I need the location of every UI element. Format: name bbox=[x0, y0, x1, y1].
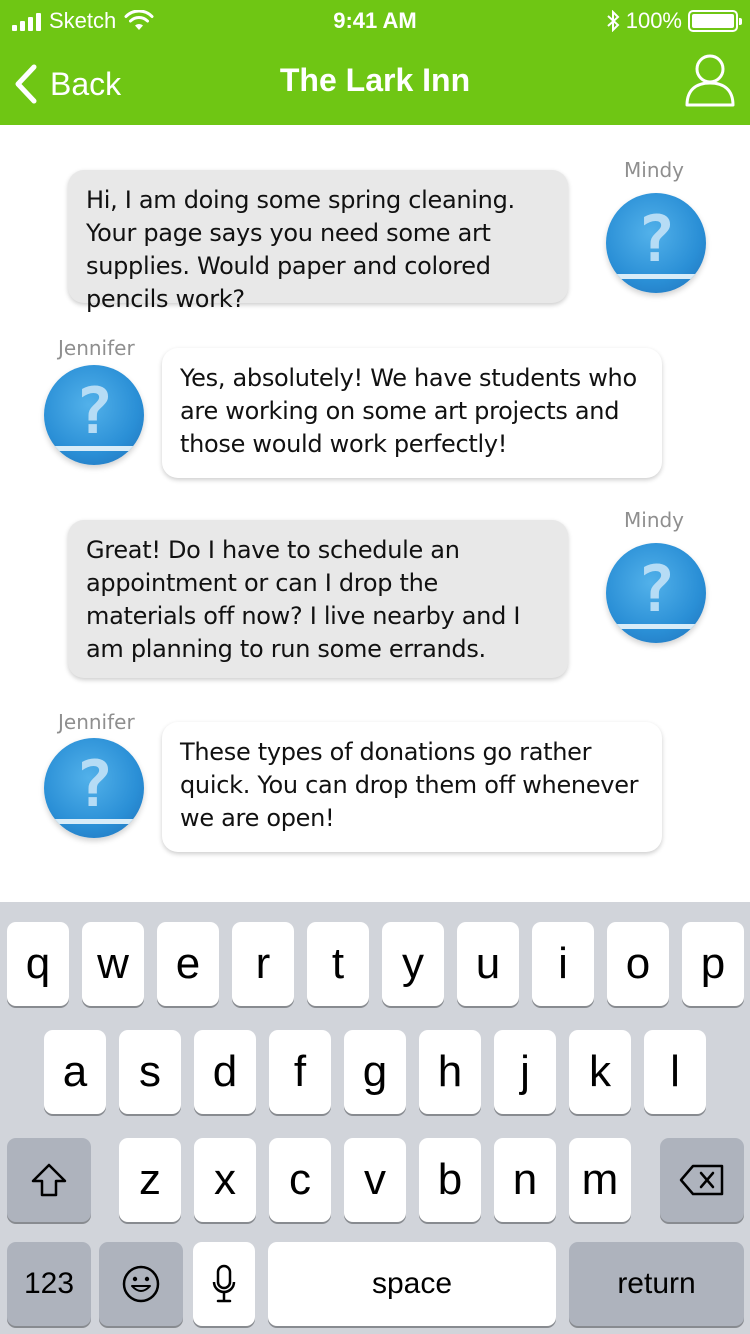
key-v[interactable]: v bbox=[344, 1138, 406, 1222]
key-z[interactable]: z bbox=[119, 1138, 181, 1222]
key-b[interactable]: b bbox=[419, 1138, 481, 1222]
message-bubble: Hi, I am doing some spring cleaning. You… bbox=[68, 170, 568, 313]
user-icon[interactable] bbox=[684, 52, 736, 108]
battery-group: 100% bbox=[606, 8, 742, 34]
key-p[interactable]: p bbox=[682, 922, 744, 1006]
key-e[interactable]: e bbox=[157, 922, 219, 1006]
message-bubble: These types of donations go rather quick… bbox=[162, 722, 662, 852]
key-d[interactable]: d bbox=[194, 1030, 256, 1114]
return-key[interactable]: return bbox=[569, 1242, 744, 1326]
key-w[interactable]: w bbox=[82, 922, 144, 1006]
page-title: The Lark Inn bbox=[279, 62, 471, 98]
delete-key[interactable] bbox=[660, 1138, 744, 1222]
sender-name: Jennifer bbox=[58, 336, 135, 360]
battery-icon bbox=[688, 10, 742, 32]
key-r[interactable]: r bbox=[232, 922, 294, 1006]
sender-name: Mindy bbox=[624, 158, 685, 182]
key-i[interactable]: i bbox=[532, 922, 594, 1006]
key-l[interactable]: l bbox=[644, 1030, 706, 1114]
key-t[interactable]: t bbox=[307, 922, 369, 1006]
key-c[interactable]: c bbox=[269, 1138, 331, 1222]
sender-name: Mindy bbox=[624, 508, 685, 532]
key-n[interactable]: n bbox=[494, 1138, 556, 1222]
sender-name: Jennifer bbox=[58, 710, 135, 734]
app-header: Sketch 9:41 AM 100% Back The Lark Inn bbox=[0, 0, 750, 125]
key-x[interactable]: x bbox=[194, 1138, 256, 1222]
emoji-icon bbox=[122, 1265, 160, 1303]
key-q[interactable]: q bbox=[7, 922, 69, 1006]
question-mark-icon: ? bbox=[636, 203, 676, 277]
key-g[interactable]: g bbox=[344, 1030, 406, 1114]
nav-bar: Back The Lark Inn bbox=[0, 42, 750, 125]
avatar[interactable]: ? bbox=[44, 738, 144, 838]
key-j[interactable]: j bbox=[494, 1030, 556, 1114]
chat-thread[interactable]: Mindy Hi, I am doing some spring cleanin… bbox=[0, 125, 750, 902]
question-mark-icon: ? bbox=[74, 375, 114, 449]
backspace-icon bbox=[679, 1164, 724, 1196]
shift-icon bbox=[31, 1163, 67, 1197]
status-bar: Sketch 9:41 AM 100% bbox=[0, 0, 750, 42]
shift-key[interactable] bbox=[7, 1138, 91, 1222]
key-k[interactable]: k bbox=[569, 1030, 631, 1114]
message-bubble: Yes, absolutely! We have students who ar… bbox=[162, 348, 662, 478]
key-h[interactable]: h bbox=[419, 1030, 481, 1114]
message-bubble: Great! Do I have to schedule an appointm… bbox=[68, 520, 568, 678]
space-key[interactable]: space bbox=[268, 1242, 556, 1326]
question-mark-icon: ? bbox=[636, 553, 676, 627]
battery-percent: 100% bbox=[625, 8, 682, 33]
numbers-key[interactable]: 123 bbox=[7, 1242, 91, 1326]
key-f[interactable]: f bbox=[269, 1030, 331, 1114]
avatar[interactable]: ? bbox=[44, 365, 144, 465]
key-u[interactable]: u bbox=[457, 922, 519, 1006]
emoji-key[interactable] bbox=[99, 1242, 183, 1326]
key-y[interactable]: y bbox=[382, 922, 444, 1006]
key-o[interactable]: o bbox=[607, 922, 669, 1006]
key-m[interactable]: m bbox=[569, 1138, 631, 1222]
question-mark-icon: ? bbox=[74, 748, 114, 822]
avatar[interactable]: ? bbox=[606, 543, 706, 643]
avatar[interactable]: ? bbox=[606, 193, 706, 293]
key-a[interactable]: a bbox=[44, 1030, 106, 1114]
dictation-key[interactable] bbox=[193, 1242, 255, 1326]
key-s[interactable]: s bbox=[119, 1030, 181, 1114]
bluetooth-icon bbox=[607, 10, 620, 32]
microphone-icon bbox=[212, 1264, 236, 1303]
keyboard: q w e r t y u i o p a s d f g h j k l z … bbox=[0, 902, 750, 1334]
